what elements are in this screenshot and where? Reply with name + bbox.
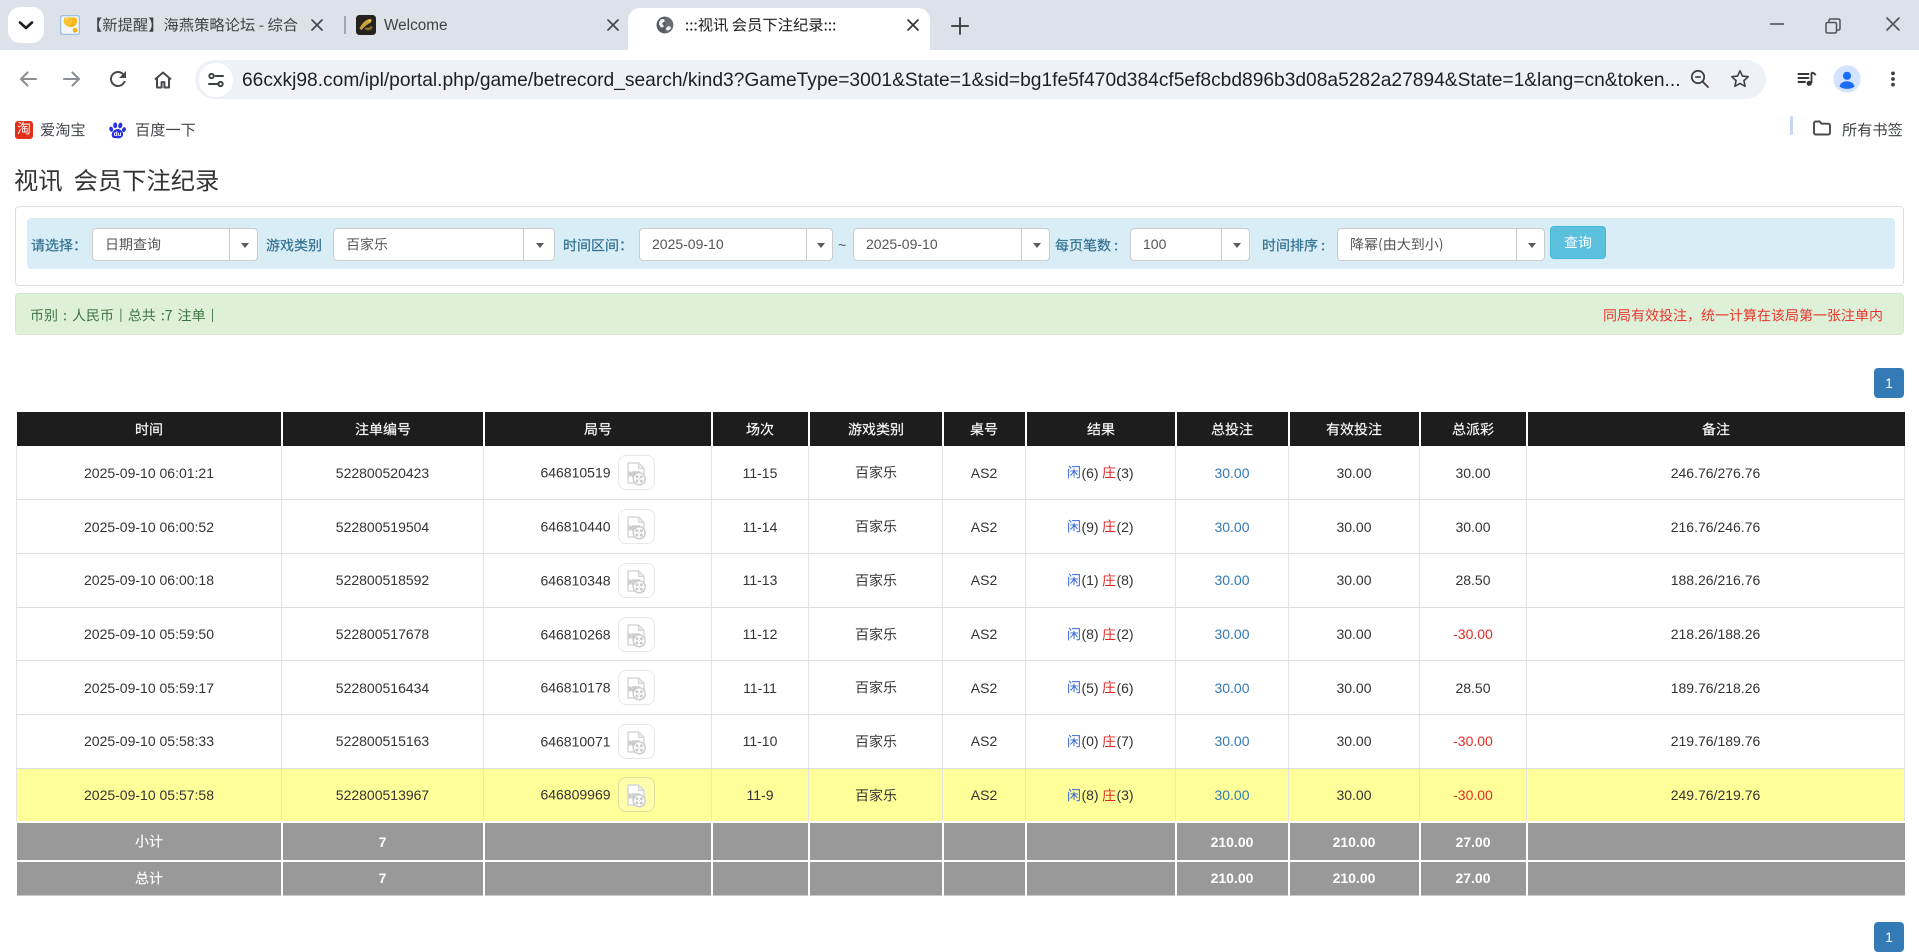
svg-text:du: du <box>114 131 122 138</box>
